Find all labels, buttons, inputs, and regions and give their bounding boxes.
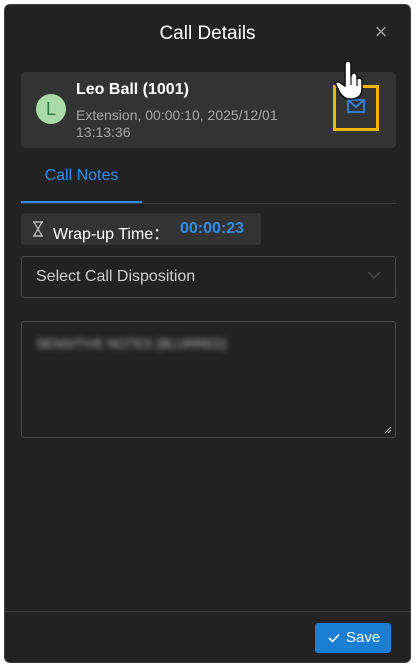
avatar: L — [36, 94, 66, 124]
call-meta: Extension, 00:00:10, 2025/12/01 13:13:36 — [76, 107, 278, 140]
mail-icon — [347, 99, 365, 113]
hourglass-icon — [33, 221, 43, 237]
close-icon[interactable]: × — [370, 21, 392, 43]
hand-cursor-icon — [335, 61, 363, 100]
check-icon — [328, 633, 340, 643]
call-disposition-placeholder: Select Call Disposition — [36, 268, 196, 285]
call-details-dialog: Call Details × L Leo Ball (1001) Extensi… — [4, 4, 411, 663]
resize-grip-icon[interactable] — [384, 426, 392, 434]
call-disposition-select[interactable]: Select Call Disposition — [21, 256, 396, 298]
call-notes-text: SENSITIVE NOTES (BLURRED) — [36, 336, 227, 351]
wrapup-time-label: Wrap-up Time： — [53, 226, 170, 243]
wrapup-time-value: 00:00:23 — [180, 220, 245, 237]
call-notes-textarea[interactable]: SENSITIVE NOTES (BLURRED) — [21, 321, 396, 438]
tab-call-notes[interactable]: Call Notes — [21, 157, 142, 203]
save-label: Save — [346, 629, 381, 646]
contact-name: Leo Ball (1001) — [76, 81, 189, 98]
tab-bar: Call Notes — [21, 157, 396, 204]
save-button[interactable]: Save — [315, 623, 391, 653]
chevron-down-icon — [367, 271, 381, 279]
dialog-title: Call Details — [159, 23, 256, 44]
dialog-footer-divider — [5, 611, 410, 612]
wrapup-time-badge: Wrap-up Time： 00:00:23 — [21, 213, 261, 245]
